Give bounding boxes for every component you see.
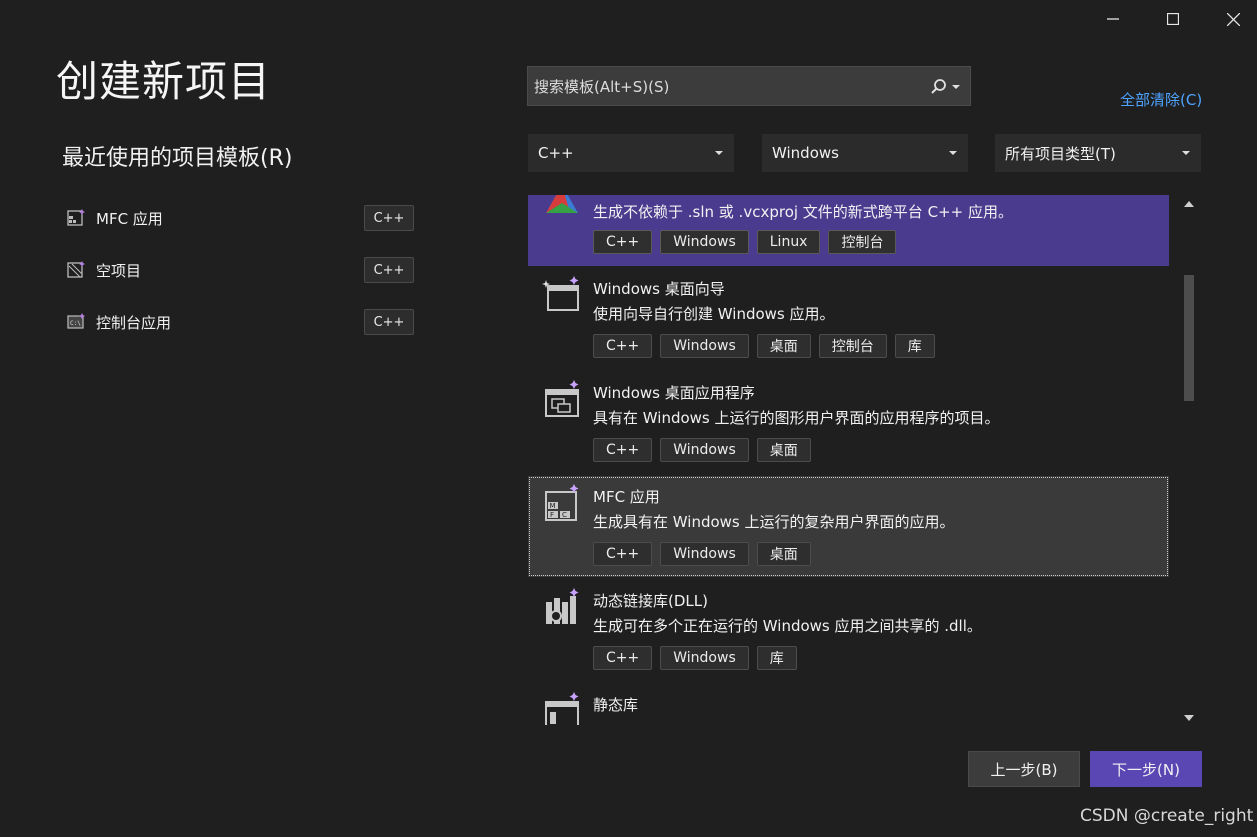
template-name: 静态库: [593, 696, 639, 714]
project-type-filter-value: 所有项目类型(T): [1005, 144, 1116, 163]
template-description: 生成可在多个正在运行的 Windows 应用之间共享的 .dll。: [593, 617, 982, 635]
template-name: 动态链接库(DLL): [593, 592, 708, 610]
mfc-icon: M F C: [545, 484, 579, 521]
page-title: 创建新项目: [56, 57, 272, 106]
template-item-mfc-app[interactable]: M F C MFC 应用 生成具有在 Windows 上运行的复杂用户界面的应用…: [528, 476, 1169, 577]
back-button[interactable]: 上一步(B): [968, 751, 1080, 787]
template-description: 具有在 Windows 上运行的图形用户界面的应用程序的项目。: [593, 409, 1000, 427]
tag: Linux: [756, 230, 821, 254]
tag: C++: [593, 542, 653, 566]
platform-filter-value: Windows: [772, 144, 839, 162]
template-tags: C++ Windows Linux 控制台: [593, 230, 897, 254]
search-icon: [931, 79, 946, 94]
template-name: MFC 应用: [593, 488, 660, 506]
template-item-windows-desktop-app[interactable]: Windows 桌面应用程序 具有在 Windows 上运行的图形用户界面的应用…: [528, 370, 1169, 474]
chevron-down-icon: [952, 85, 960, 89]
maximize-icon: [1167, 13, 1179, 25]
project-type-filter-dropdown[interactable]: 所有项目类型(T): [995, 134, 1201, 172]
tag: 桌面: [756, 542, 811, 566]
desktop-app-icon: [545, 380, 579, 417]
tag: Windows: [660, 230, 749, 254]
tag: 桌面: [756, 438, 811, 462]
template-list-scrollbar[interactable]: [1180, 195, 1198, 727]
svg-text:C: C: [562, 511, 567, 519]
language-tag: C++: [364, 309, 414, 335]
tag: Windows: [660, 438, 749, 462]
svg-text:C:\: C:\: [70, 320, 81, 327]
tag: Windows: [660, 334, 749, 358]
scrollbar-thumb[interactable]: [1184, 275, 1194, 401]
minimize-icon: [1107, 18, 1119, 20]
template-tags: C++ Windows 桌面 控制台 库: [593, 334, 935, 358]
template-tags: C++ Windows 库: [593, 646, 797, 670]
recent-item-empty-project[interactable]: 空项目 C++: [66, 255, 416, 285]
clear-all-link[interactable]: 全部清除(C): [1120, 89, 1202, 110]
tag: 库: [756, 646, 797, 670]
next-button[interactable]: 下一步(N): [1090, 751, 1202, 787]
tag: 库: [894, 334, 935, 358]
svg-text:M: M: [550, 502, 556, 510]
template-item-dll[interactable]: 动态链接库(DLL) 生成可在多个正在运行的 Windows 应用之间共享的 .…: [528, 578, 1169, 682]
minimize-button[interactable]: [1093, 6, 1133, 32]
search-options-button[interactable]: [930, 77, 962, 97]
template-description: 生成不依赖于 .sln 或 .vcxproj 文件的新式跨平台 C++ 应用。: [593, 203, 1013, 221]
tag: C++: [593, 646, 653, 670]
template-item-static-lib[interactable]: 静态库: [528, 682, 1169, 725]
search-box[interactable]: [527, 66, 971, 107]
scroll-down-arrow-icon[interactable]: [1184, 715, 1194, 721]
cmake-icon: [546, 195, 578, 213]
template-description: 生成具有在 Windows 上运行的复杂用户界面的应用。: [593, 513, 955, 531]
dll-icon: [546, 588, 579, 624]
template-list[interactable]: 生成不依赖于 .sln 或 .vcxproj 文件的新式跨平台 C++ 应用。 …: [528, 195, 1169, 725]
language-filter-dropdown[interactable]: C++: [528, 134, 734, 172]
watermark: CSDN @create_right: [1080, 806, 1254, 826]
svg-text:F: F: [550, 511, 554, 519]
console-icon: C:\: [67, 313, 85, 329]
recent-item-label: 控制台应用: [96, 313, 172, 332]
search-input[interactable]: [528, 67, 926, 107]
recent-item-label: MFC 应用: [96, 209, 163, 228]
static-lib-icon: [545, 692, 579, 725]
tag: Windows: [660, 542, 749, 566]
mfc-icon: [67, 209, 85, 226]
template-description: 使用向导自行创建 Windows 应用。: [593, 305, 835, 323]
template-name: Windows 桌面应用程序: [593, 384, 755, 402]
maximize-button[interactable]: [1153, 6, 1193, 32]
recent-templates-title: 最近使用的项目模板(R): [62, 146, 293, 171]
language-tag: C++: [364, 257, 414, 283]
template-tags: C++ Windows 桌面: [593, 542, 811, 566]
template-tags: C++ Windows 桌面: [593, 438, 811, 462]
language-filter-value: C++: [538, 144, 574, 162]
chevron-down-icon: [1182, 151, 1190, 155]
scroll-up-arrow-icon[interactable]: [1184, 201, 1194, 207]
template-item-windows-desktop-wizard[interactable]: Windows 桌面向导 使用向导自行创建 Windows 应用。 C++ Wi…: [528, 266, 1169, 370]
recent-item-mfc[interactable]: MFC 应用 C++: [66, 203, 416, 233]
tag: 桌面: [756, 334, 811, 358]
close-icon: [1226, 12, 1240, 26]
tag: Windows: [660, 646, 749, 670]
template-name: Windows 桌面向导: [593, 280, 725, 298]
tag: C++: [593, 438, 653, 462]
tag: 控制台: [828, 230, 897, 254]
recent-item-console-app[interactable]: C:\ 控制台应用 C++: [66, 307, 416, 337]
chevron-down-icon: [715, 151, 723, 155]
empty-project-icon: [67, 261, 85, 278]
platform-filter-dropdown[interactable]: Windows: [762, 134, 968, 172]
tag: C++: [593, 230, 653, 254]
close-button[interactable]: [1213, 6, 1253, 32]
tag: 控制台: [818, 334, 887, 358]
language-tag: C++: [364, 205, 414, 231]
template-item-cmake[interactable]: 生成不依赖于 .sln 或 .vcxproj 文件的新式跨平台 C++ 应用。 …: [528, 195, 1169, 266]
recent-item-label: 空项目: [96, 261, 142, 280]
wizard-icon: [542, 276, 579, 311]
chevron-down-icon: [949, 151, 957, 155]
tag: C++: [593, 334, 653, 358]
